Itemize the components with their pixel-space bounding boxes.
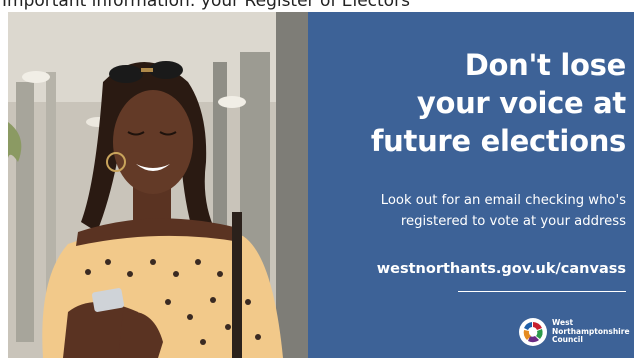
headline: Don't lose your voice at future election… xyxy=(326,46,626,160)
logo-line-3: Council xyxy=(552,335,583,345)
council-logo-text: West Northamptonshire Council xyxy=(552,318,630,345)
headline-line-3: future elections xyxy=(370,124,626,158)
campaign-banner: Don't lose your voice at future election… xyxy=(8,12,634,358)
subtext-line-2: registered to vote at your address xyxy=(400,214,626,229)
message-panel: Don't lose your voice at future election… xyxy=(308,12,634,358)
headline-line-2: your voice at xyxy=(416,86,626,120)
woman-photo xyxy=(8,12,308,358)
council-logo: West Northamptonshire Council xyxy=(518,317,630,355)
subtext: Look out for an email checking who's reg… xyxy=(326,190,626,232)
top-crop-caption: Important information: your Register of … xyxy=(2,0,410,11)
council-logo-icon xyxy=(519,318,547,346)
divider-line xyxy=(458,291,626,292)
photo-illustration xyxy=(8,12,308,358)
headline-line-1: Don't lose xyxy=(464,48,627,82)
top-crop-text: Important information: your Register of … xyxy=(0,0,634,12)
subtext-line-1: Look out for an email checking who's xyxy=(380,193,626,208)
canvass-url: westnorthants.gov.uk/canvass xyxy=(376,261,626,277)
